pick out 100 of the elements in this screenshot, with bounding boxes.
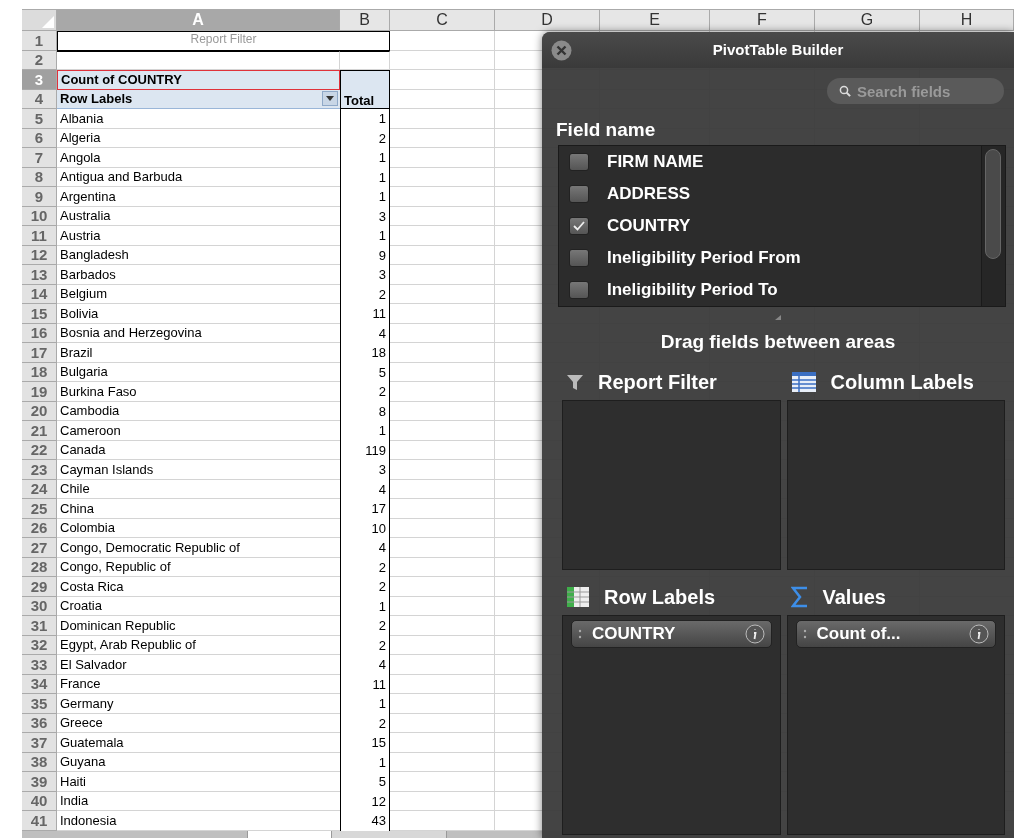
table-cell: 2 <box>340 557 390 577</box>
table-cell: Germany <box>57 694 340 714</box>
table-cell: France <box>57 674 340 694</box>
column-header[interactable]: F <box>710 10 815 31</box>
close-icon[interactable] <box>551 40 572 61</box>
table-cell: 119 <box>340 440 390 460</box>
table-columns-icon <box>790 371 817 393</box>
search-icon <box>839 85 851 97</box>
row-header[interactable]: 31 <box>22 616 57 636</box>
table-cell: Congo, Democratic Republic of <box>57 538 340 558</box>
report-filter-area: Report Filter <box>57 31 390 51</box>
row-header[interactable]: 41 <box>22 811 57 831</box>
drag-hint: Drag fields between areas <box>659 332 897 351</box>
table-cell: Dominican Republic <box>57 616 340 636</box>
table-cell: 2 <box>340 577 390 597</box>
table-cell: Costa Rica <box>57 577 340 597</box>
row-header[interactable]: 9 <box>22 187 57 207</box>
table-cell: 3 <box>340 265 390 285</box>
area-title: Column Labels <box>830 370 974 395</box>
checkbox[interactable] <box>569 153 589 171</box>
table-cell: 2 <box>340 284 390 304</box>
row-header[interactable]: 21 <box>22 421 57 441</box>
row-header[interactable]: 29 <box>22 577 57 597</box>
checkbox[interactable] <box>569 217 589 235</box>
table-cell: Bolivia <box>57 304 340 324</box>
table-cell: 1 <box>340 187 390 207</box>
table-cell: Chile <box>57 479 340 499</box>
table-cell: 4 <box>340 655 390 675</box>
row-header[interactable]: 33 <box>22 655 57 675</box>
row-header[interactable]: 37 <box>22 733 57 753</box>
table-cell: Australia <box>57 206 340 226</box>
column-header[interactable]: D <box>495 10 600 31</box>
table-cell: Egypt, Arab Republic of <box>57 635 340 655</box>
field-chip[interactable]: COUNTRY <box>571 620 772 648</box>
info-icon[interactable] <box>744 624 765 644</box>
column-header[interactable]: A <box>57 10 340 31</box>
row-header[interactable]: 15 <box>22 304 57 324</box>
row-header[interactable]: 7 <box>22 148 57 168</box>
search-field[interactable]: Search fields <box>827 78 1004 104</box>
funnel-icon <box>566 373 584 391</box>
field-chip-label: COUNTRY <box>592 623 677 646</box>
field-name: COUNTRY <box>607 215 691 237</box>
row-header[interactable]: 13 <box>22 265 57 285</box>
column-header[interactable]: H <box>920 10 1014 31</box>
column-header[interactable]: C <box>390 10 495 31</box>
field-list-item[interactable]: Ineligibility Period From <box>559 242 981 274</box>
table-cell: Croatia <box>57 596 340 616</box>
checkbox[interactable] <box>569 249 589 267</box>
info-icon[interactable] <box>969 624 989 644</box>
checkbox[interactable] <box>569 185 589 203</box>
table-cell: 11 <box>340 674 390 694</box>
row-header[interactable]: 23 <box>22 460 57 480</box>
table-cell: Bulgaria <box>57 362 340 382</box>
field-chip[interactable]: Count of... <box>795 620 996 648</box>
drop-area[interactable]: Count of... <box>786 615 1005 835</box>
table-cell: 1 <box>340 694 390 714</box>
filter-dropdown-button[interactable] <box>322 91 338 107</box>
table-cell: 5 <box>340 772 390 792</box>
drop-area[interactable]: COUNTRY <box>562 615 781 835</box>
row-header[interactable]: 17 <box>22 343 57 363</box>
row-header[interactable]: 35 <box>22 694 57 714</box>
table-cell: Indonesia <box>57 811 340 831</box>
row-header[interactable]: 39 <box>22 772 57 792</box>
table-cell: Guatemala <box>57 733 340 753</box>
table-cell: 1 <box>340 226 390 246</box>
resize-handle-icon[interactable] <box>775 315 781 320</box>
table-cell: 18 <box>340 343 390 363</box>
table-cell: El Salvador <box>57 655 340 675</box>
row-header[interactable]: 5 <box>22 109 57 129</box>
field-list-item[interactable]: ADDRESS <box>559 178 981 210</box>
column-header[interactable]: E <box>600 10 710 31</box>
row-header[interactable]: 11 <box>22 226 57 246</box>
field-name: Ineligibility Period From <box>607 247 801 269</box>
field-list-item[interactable]: COUNTRY <box>559 210 981 242</box>
row-header[interactable]: 25 <box>22 499 57 519</box>
table-cell: 4 <box>340 479 390 499</box>
table-cell: 8 <box>340 401 390 421</box>
checkbox[interactable] <box>569 281 589 299</box>
table-cell: Canada <box>57 440 340 460</box>
table-cell: 9 <box>340 245 390 265</box>
total-header: Total <box>340 89 390 109</box>
column-header[interactable]: G <box>815 10 920 31</box>
row-header[interactable]: 1 <box>22 31 57 51</box>
field-list-item[interactable]: Ineligibility Period To <box>559 274 981 306</box>
row-header[interactable]: 27 <box>22 538 57 558</box>
scrollbar[interactable] <box>981 146 1005 306</box>
select-all-corner[interactable] <box>22 10 57 31</box>
field-name: ADDRESS <box>607 183 691 205</box>
row-labels-header: Row Labels <box>59 92 134 106</box>
table-cell: 3 <box>340 206 390 226</box>
row-header[interactable]: 19 <box>22 382 57 402</box>
table-cell: Austria <box>57 226 340 246</box>
pivot-header-cell: Count of COUNTRY <box>57 70 340 90</box>
table-cell: Algeria <box>57 128 340 148</box>
grip-icon <box>578 628 582 640</box>
field-list-item[interactable]: FIRM NAME <box>559 146 981 178</box>
table-cell: 11 <box>340 304 390 324</box>
column-header[interactable]: B <box>340 10 390 31</box>
row-header[interactable]: 3 <box>22 70 57 90</box>
field-chip-label: Count of... <box>816 623 902 646</box>
